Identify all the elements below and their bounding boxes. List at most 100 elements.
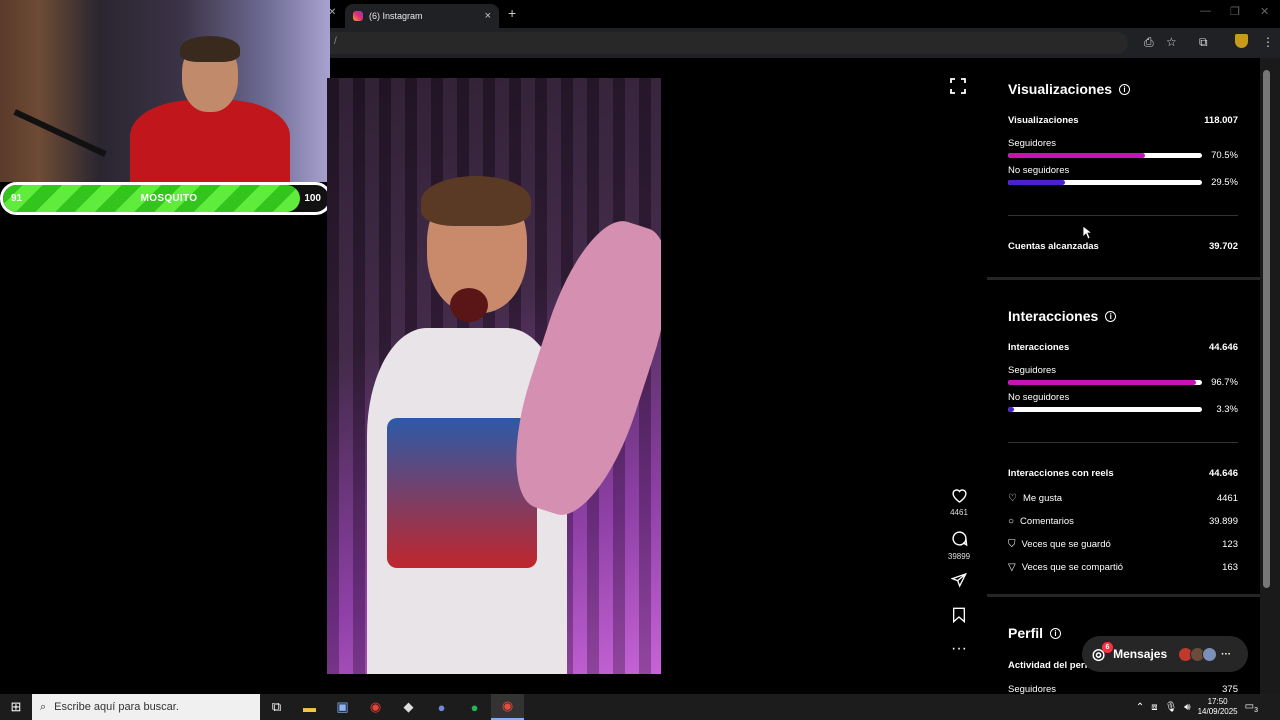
shirt-print xyxy=(387,418,537,568)
saves-row: ⛉ Veces que se guardó 123 xyxy=(1008,539,1238,550)
comments-value: 39.899 xyxy=(1208,516,1238,527)
comments-row: ○ Comentarios 39.899 xyxy=(1008,516,1238,527)
save-button[interactable] xyxy=(945,607,973,628)
saves-value: 123 xyxy=(1222,539,1238,550)
task-view-icon[interactable]: ⧉ xyxy=(260,694,293,720)
spotify-icon[interactable]: ● xyxy=(458,694,491,720)
file-explorer-icon[interactable]: ▬ xyxy=(293,694,326,720)
like-count: 4461 xyxy=(950,508,968,517)
interactions-followers-row: Seguidores xyxy=(1008,365,1238,376)
views-total-label: Visualizaciones xyxy=(1008,115,1079,126)
interactions-nonfollowers-row: No seguidores xyxy=(1008,392,1238,403)
interactions-total-value: 44.646 xyxy=(1208,342,1238,353)
likes-row: ♡ Me gusta 4461 xyxy=(1008,493,1238,504)
microphone-icon[interactable]: 🎙︎ xyxy=(1165,702,1178,713)
store-icon[interactable]: ▣ xyxy=(326,694,359,720)
bookmark-star-icon[interactable]: ☆ xyxy=(1166,35,1177,49)
chevron-up-icon[interactable]: ⌃ xyxy=(1136,702,1144,713)
likes-value: 4461 xyxy=(1216,493,1238,504)
info-icon[interactable]: i xyxy=(1050,627,1062,639)
notifications-icon[interactable]: ▭3 xyxy=(1245,701,1258,714)
interactions-nonfollowers-fill xyxy=(1008,407,1015,412)
scrollbar-thumb[interactable] xyxy=(1263,70,1270,588)
fullscreen-icon[interactable] xyxy=(950,78,966,94)
views-nonfollowers-label: No seguidores xyxy=(1008,165,1070,176)
shield-extension-icon[interactable] xyxy=(1235,34,1248,48)
more-icon: ··· xyxy=(951,640,967,657)
avatar xyxy=(1202,646,1218,662)
views-total-row: Visualizaciones 118.007 xyxy=(1008,115,1238,126)
mouse-cursor-icon xyxy=(1083,226,1092,240)
discord-icon[interactable]: ● xyxy=(425,694,458,720)
chrome-icon[interactable]: ◉ xyxy=(359,694,392,720)
screen: ✕ (6) Instagram × + — ❐ ✕ / ⎙ ☆ ⧉ ⋮ 91 M… xyxy=(0,0,1280,720)
divider xyxy=(1008,215,1238,216)
comment-icon: ○ xyxy=(1008,516,1015,527)
likes-label: Me gusta xyxy=(1022,493,1063,504)
omnibox[interactable]: / xyxy=(328,32,1128,54)
views-followers-bar xyxy=(1008,153,1202,158)
views-nonfollowers-bar xyxy=(1008,180,1202,185)
shares-row: ▽ Veces que se compartió 163 xyxy=(1008,562,1238,573)
views-nonfollowers-fill xyxy=(1008,180,1066,185)
heart-icon xyxy=(951,489,967,503)
obs-icon[interactable]: ◉ xyxy=(491,694,524,720)
interactions-followers-label: Seguidores xyxy=(1008,365,1057,376)
network-icon[interactable]: ⧈ xyxy=(1151,702,1157,713)
reels-interactions-label: Interacciones con reels xyxy=(1008,468,1114,479)
health-max: 100 xyxy=(304,193,321,204)
streamer-shirt xyxy=(130,100,290,182)
install-app-icon[interactable]: ⎙ xyxy=(1144,35,1154,50)
views-followers-fill xyxy=(1008,153,1145,158)
like-button[interactable]: 4461 xyxy=(945,487,973,517)
profile-title: Perfil xyxy=(1008,625,1044,641)
interactions-followers-fill xyxy=(1008,380,1196,385)
send-icon xyxy=(950,572,967,588)
comment-icon xyxy=(951,531,967,547)
volume-icon[interactable]: 🔊︎ xyxy=(1184,702,1190,713)
reel-video[interactable] xyxy=(327,78,661,674)
minimize-icon[interactable]: — xyxy=(1200,5,1211,17)
share-button[interactable] xyxy=(945,572,973,593)
microphone-arm xyxy=(13,109,107,157)
profile-activity-label: Actividad del perfil xyxy=(1008,660,1093,671)
views-followers-row: Seguidores xyxy=(1008,138,1238,149)
new-tab-button[interactable]: + xyxy=(508,5,516,21)
system-tray: ⌃ ⧈ 🎙︎ 🔊︎ 17:50 14/09/2025 ▭3 xyxy=(1136,694,1258,720)
send-icon: ▽ xyxy=(1008,562,1016,573)
interactions-total-label: Interacciones xyxy=(1008,342,1070,353)
extensions-icon[interactable]: ⧉ xyxy=(1199,35,1208,50)
heart-icon: ♡ xyxy=(1008,493,1017,504)
health-bar-name: MOSQUITO xyxy=(140,193,198,204)
streamer-hair xyxy=(180,36,240,62)
comment-button[interactable]: 39899 xyxy=(945,530,973,561)
tab-instagram[interactable]: (6) Instagram × xyxy=(345,4,499,28)
info-icon[interactable]: i xyxy=(1119,83,1131,95)
windows-start-icon[interactable]: ⊞ xyxy=(0,694,32,720)
tab-close-button[interactable]: × xyxy=(485,10,491,22)
info-icon[interactable]: i xyxy=(1105,310,1117,322)
health-bar: 91 MOSQUITO 100 xyxy=(0,182,332,215)
bookmark-icon: ⛉ xyxy=(1008,539,1016,550)
window-close-icon[interactable]: ✕ xyxy=(1260,5,1269,18)
interactions-title: Interacciones xyxy=(1008,308,1099,324)
browser-menu-icon[interactable]: ⋮ xyxy=(1262,35,1274,49)
search-placeholder: Escribe aquí para buscar. xyxy=(54,701,179,713)
clock-date: 14/09/2025 xyxy=(1197,707,1238,716)
interactions-nonfollowers-pct: 3.3% xyxy=(1216,404,1238,415)
restore-icon[interactable]: ❐ xyxy=(1230,5,1240,18)
interactions-followers-pct: 96.7% xyxy=(1211,377,1238,388)
more-options-button[interactable]: ··· xyxy=(945,640,973,658)
taskbar-search[interactable]: ⌕ Escribe aquí para buscar. xyxy=(32,694,260,720)
app-icon[interactable]: ◆ xyxy=(392,694,425,720)
interactions-followers-bar xyxy=(1008,380,1202,385)
comment-count: 39899 xyxy=(947,552,971,561)
reach-label: Cuentas alcanzadas xyxy=(1008,241,1099,252)
reels-interactions-row: Interacciones con reels 44.646 xyxy=(1008,468,1238,479)
reach-row: Cuentas alcanzadas 39.702 xyxy=(1008,241,1238,252)
messages-button[interactable]: ◎ 6 Mensajes ··· xyxy=(1082,636,1248,672)
search-icon: ⌕ xyxy=(40,700,47,713)
profile-section-title: Perfil i xyxy=(1008,625,1062,641)
clock[interactable]: 17:50 14/09/2025 xyxy=(1198,697,1238,717)
interactions-total-row: Interacciones 44.646 xyxy=(1008,342,1238,353)
